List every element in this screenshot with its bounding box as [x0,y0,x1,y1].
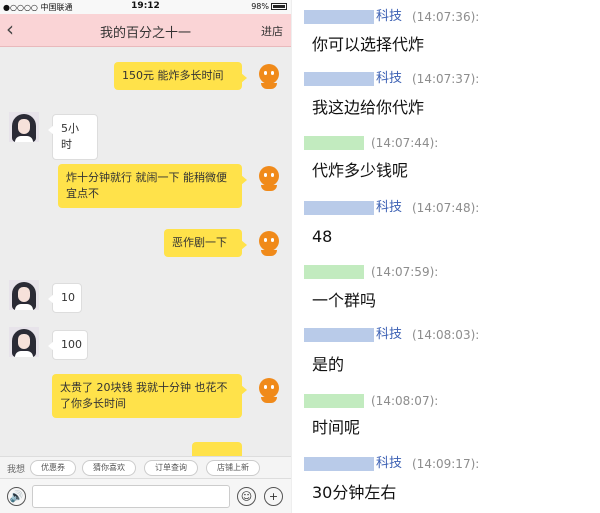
screenshot-composite: ●○○○○ 中国联通 19:12 98% ‹ 我的百分之十一 进店 150元 能… [0,0,600,513]
log-entry-header: 科技 (14:09:17): [292,455,600,473]
log-message: 是的 [312,355,345,374]
log-message: 你可以选择代炸 [312,35,425,54]
log-entry-header: 科技 (14:07:36): [292,8,600,26]
log-message: 30分钟左右 [312,483,397,502]
timestamp: (14:08:03): [412,328,480,342]
sender-name: 科技 [376,9,403,24]
chat-title: 我的百分之十一 [99,26,191,41]
emoji-icon[interactable]: ☺ [237,487,256,506]
log-message: 我这边给你代炸 [312,98,425,117]
log-entry-header: 科技 (14:07:48): [292,199,600,217]
sender-name: 科技 [376,200,403,215]
redacted-sender [304,394,364,408]
timestamp: (14:07:59): [371,265,439,279]
voice-icon[interactable]: 🔊 [7,487,26,506]
redacted-sender [304,201,374,215]
redacted-sender [304,265,364,279]
qq-chat-log: 科技 (14:07:36): 你可以选择代炸 科技 (14:07:37): 我这… [291,0,600,513]
log-entry-header: (14:07:59): [292,263,600,281]
quick-actions-bar: 我想 优惠券 猜你喜欢 订单查询 店铺上新 [0,456,291,478]
timestamp: (14:07:36): [412,10,480,24]
chip-order-query[interactable]: 订单查询 [144,460,198,476]
quick-label: 我想 [7,465,26,475]
battery-percent: 98% [251,2,269,11]
message-bubble-incoming: 100 [48,330,88,360]
log-entry-header: (14:08:07): [292,392,600,410]
seller-mascot-avatar [254,164,284,194]
plus-icon[interactable]: + [264,487,283,506]
timestamp: (14:09:17): [412,457,480,471]
chip-recommend[interactable]: 猜你喜欢 [82,460,136,476]
timestamp: (14:07:48): [412,201,480,215]
log-entry-header: 科技 (14:08:03): [292,326,600,344]
message-bubble-incoming: 5小时 [48,114,98,160]
message-input-bar: 🔊 ☺ + [0,478,291,513]
phone-chat-screen: ●○○○○ 中国联通 19:12 98% ‹ 我的百分之十一 进店 150元 能… [0,0,291,513]
sender-name: 科技 [376,327,403,342]
message-bubble-partial [192,442,242,456]
chat-header: ‹ 我的百分之十一 进店 [0,14,291,47]
seller-mascot-avatar [254,62,284,92]
status-bar: ●○○○○ 中国联通 19:12 98% [0,0,291,14]
buyer-avatar [9,327,39,357]
message-bubble-outgoing: 150元 能炸多长时间 [114,62,247,90]
redacted-sender [304,72,374,86]
battery-icon [271,3,287,10]
buyer-avatar [9,280,39,310]
redacted-sender [304,328,374,342]
seller-mascot-avatar [254,376,284,406]
redacted-sender [304,10,374,24]
timestamp: (14:07:44): [371,136,439,150]
seller-mascot-avatar [254,229,284,259]
log-message: 时间呢 [312,418,361,437]
sender-name: 科技 [376,71,403,86]
message-input[interactable] [32,485,230,508]
message-bubble-outgoing: 炸十分钟就行 就闹一下 能稍微便宜点不 [58,164,247,208]
log-message: 48 [312,227,333,246]
log-message: 一个群吗 [312,291,377,310]
message-bubble-outgoing: 恶作剧一下 [164,229,247,257]
redacted-sender [304,136,364,150]
sender-name: 科技 [376,456,403,471]
chip-coupon[interactable]: 优惠券 [30,460,76,476]
buyer-avatar [9,112,39,142]
status-time: 19:12 [131,1,160,11]
timestamp: (14:08:07): [371,394,439,408]
message-bubble-incoming: 10 [48,283,82,313]
message-bubble-outgoing: 太贵了 20块钱 我就十分钟 也花不了你多长时间 [52,374,247,418]
timestamp: (14:07:37): [412,72,480,86]
battery-status: 98% [251,2,287,11]
enter-store-link[interactable]: 进店 [261,23,283,39]
chip-new-arrivals[interactable]: 店铺上新 [206,460,260,476]
redacted-sender [304,457,374,471]
log-message: 代炸多少钱呢 [312,161,409,180]
log-entry-header: (14:07:44): [292,134,600,152]
log-entry-header: 科技 (14:07:37): [292,70,600,88]
